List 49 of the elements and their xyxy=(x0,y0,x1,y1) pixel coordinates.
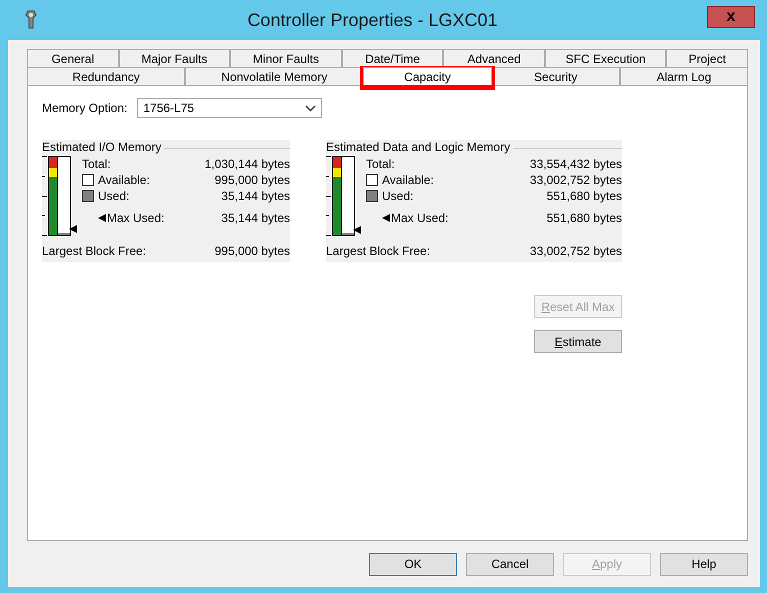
used-value: 35,144 bytes xyxy=(221,189,290,203)
max-used-marker-icon xyxy=(353,226,361,234)
max-used-value: 35,144 bytes xyxy=(221,211,290,225)
available-value: 995,000 bytes xyxy=(214,173,290,187)
used-label: Used: xyxy=(98,189,130,203)
used-swatch xyxy=(366,190,378,202)
tab[interactable]: Date/Time xyxy=(342,49,444,67)
dialog-button[interactable]: Help xyxy=(660,552,748,576)
app-icon xyxy=(24,10,38,30)
available-value: 33,002,752 bytes xyxy=(530,173,622,187)
total-value: 33,554,432 bytes xyxy=(530,157,622,171)
memory-option-label: Memory Option: xyxy=(42,101,128,115)
used-label: Used: xyxy=(382,189,414,203)
largest-block-value: 995,000 bytes xyxy=(214,244,290,258)
action-button[interactable]: Estimate xyxy=(534,330,622,353)
total-label: Total: xyxy=(366,157,396,171)
tab[interactable]: Advanced xyxy=(443,49,545,67)
total-value: 1,030,144 bytes xyxy=(204,157,290,171)
tab[interactable]: Minor Faults xyxy=(230,49,342,67)
tab[interactable]: Alarm Log xyxy=(620,67,748,85)
tab[interactable]: General xyxy=(27,49,119,67)
max-used-label: Max Used: xyxy=(391,211,450,225)
available-label: Available: xyxy=(382,173,435,187)
chevron-down-icon xyxy=(305,104,316,112)
used-swatch xyxy=(82,190,94,202)
available-label: Available: xyxy=(98,173,151,187)
max-used-arrow-icon xyxy=(98,214,106,222)
available-swatch xyxy=(82,174,94,186)
largest-block-label: Largest Block Free: xyxy=(326,244,430,258)
dialog-button[interactable]: OK xyxy=(369,552,457,576)
window-title: Controller Properties - LGXC01 xyxy=(246,10,499,30)
available-swatch xyxy=(366,174,378,186)
tab[interactable]: Project xyxy=(666,49,748,67)
group-title: Estimated I/O Memory xyxy=(42,140,162,154)
tab[interactable]: Redundancy xyxy=(27,67,186,85)
largest-block-label: Largest Block Free: xyxy=(42,244,146,258)
group-title: Estimated Data and Logic Memory xyxy=(326,140,510,154)
max-used-arrow-icon xyxy=(382,214,390,222)
used-value: 551,680 bytes xyxy=(546,189,622,203)
tab[interactable]: SFC Execution xyxy=(544,49,666,67)
close-button[interactable]: x xyxy=(707,6,755,28)
max-used-value: 551,680 bytes xyxy=(546,211,622,225)
dialog-button[interactable]: Cancel xyxy=(466,552,554,576)
max-used-marker-icon xyxy=(69,225,77,234)
total-label: Total: xyxy=(82,157,112,171)
tab[interactable]: Major Faults xyxy=(118,49,230,67)
memory-option-dropdown[interactable]: 1756-L75 xyxy=(137,98,322,118)
largest-block-value: 33,002,752 bytes xyxy=(530,244,622,258)
max-used-label: Max Used: xyxy=(107,211,166,225)
